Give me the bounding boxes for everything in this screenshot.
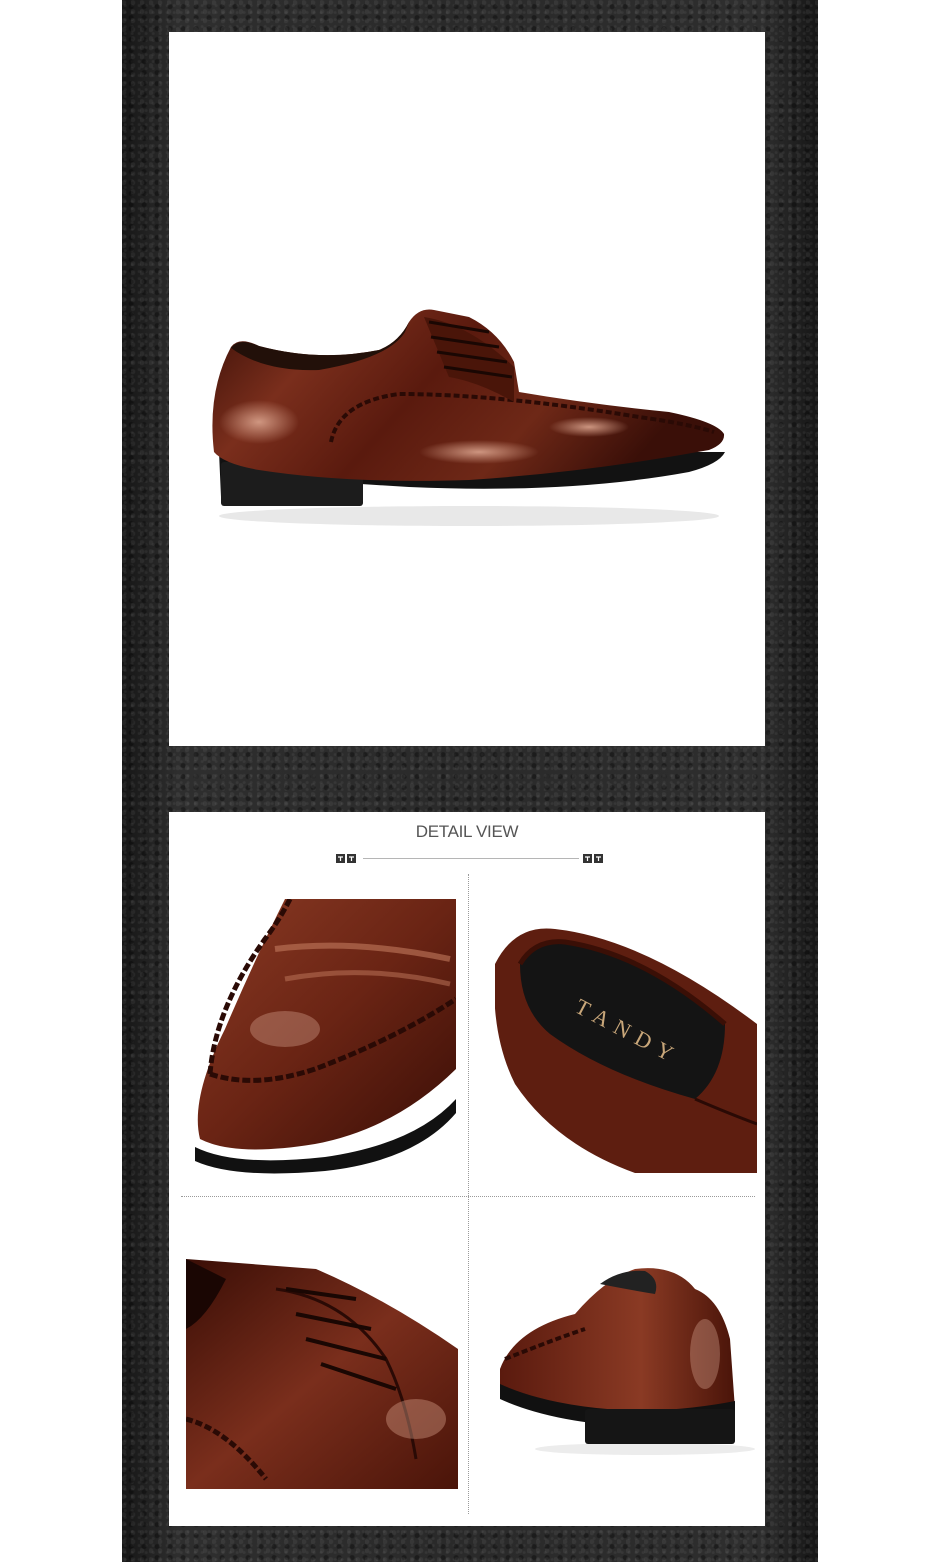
grid-horizontal-divider xyxy=(181,1196,755,1197)
hero-shoe-image xyxy=(212,309,725,526)
grid-vertical-divider xyxy=(468,874,469,1514)
ornament-icon xyxy=(583,854,603,863)
detail-insole-image: TANDY xyxy=(495,924,757,1173)
detail-view-title: DETAIL VIEW xyxy=(415,822,519,841)
detail-view-panel: DETAIL VIEW TANDY xyxy=(169,812,765,1526)
title-divider xyxy=(363,858,579,859)
ornament-icon xyxy=(336,854,356,863)
detail-view-header: DETAIL VIEW xyxy=(169,822,765,863)
hero-panel xyxy=(169,32,765,746)
detail-heel-image xyxy=(495,1259,757,1459)
detail-toe-image xyxy=(195,899,456,1177)
detail-laces-image xyxy=(186,1259,458,1489)
